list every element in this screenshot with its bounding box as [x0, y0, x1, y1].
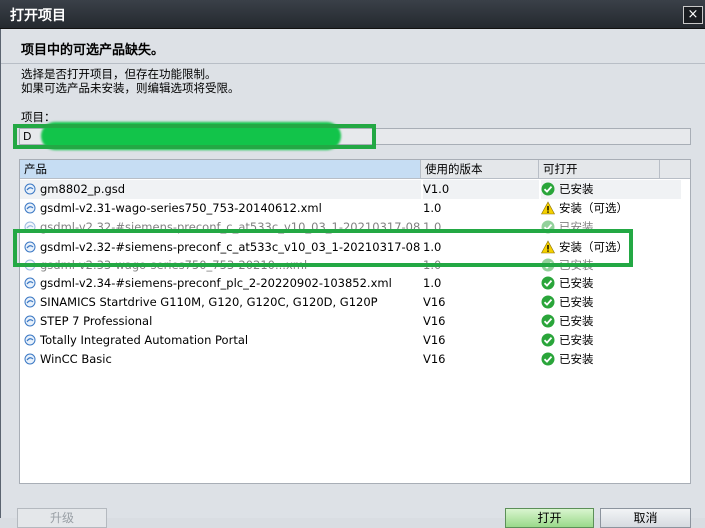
product-cell: gsdml-v2.33-wago-series750_753-20210...x…: [20, 256, 421, 275]
product-name: gsdml-v2.32-#siemens-preconf_c_at533c_v1…: [40, 220, 421, 234]
version-cell: 1.0: [423, 220, 442, 234]
table-header: 产品 使用的版本 可打开: [20, 160, 690, 179]
status-text: 已安装: [559, 333, 594, 347]
dialog-headline: 项目中的可选产品缺失。: [21, 43, 165, 58]
product-cell: SINAMICS Startdrive G110M, G120, G120C, …: [20, 293, 421, 312]
status-cell: 已安装: [541, 218, 681, 237]
product-cell: STEP 7 Professional: [20, 312, 421, 331]
status-text: 已安装: [559, 182, 594, 196]
table-row[interactable]: gsdml-v2.31-wago-series750_753-20140612.…: [20, 199, 690, 218]
status-cell: 已安装: [541, 293, 681, 312]
check-icon: [541, 220, 555, 234]
gsd-device-icon: [24, 202, 36, 214]
table-row[interactable]: gsdml-v2.32-#siemens-preconf_c_at533c_v1…: [20, 218, 690, 237]
version-cell: V16: [423, 314, 446, 328]
product-cell: gsdml-v2.31-wago-series750_753-20140612.…: [20, 199, 421, 218]
status-text: 安装（可选）: [559, 240, 628, 254]
product-name: STEP 7 Professional: [40, 314, 153, 328]
upgrade-button[interactable]: 升级: [17, 508, 107, 528]
status-text: 已安装: [559, 276, 594, 290]
cancel-button[interactable]: 取消: [600, 508, 691, 528]
version-cell: V1.0: [423, 180, 539, 199]
version-cell: 1.0: [423, 258, 442, 272]
gsd-device-icon: [24, 315, 36, 327]
check-icon: [541, 295, 555, 309]
check-icon: [541, 182, 555, 196]
product-cell: WinCC Basic: [20, 350, 421, 369]
check-icon: [541, 258, 555, 272]
project-path-text: D: [23, 130, 32, 143]
status-text: 已安装: [559, 295, 594, 309]
product-name: gsdml-v2.32-#siemens-preconf_c_at533c_v1…: [40, 240, 421, 254]
table-row[interactable]: WinCC Basic V16 已安装: [20, 350, 690, 369]
status-cell: 已安装: [541, 274, 681, 293]
version-cell: 1.0: [423, 276, 442, 290]
version-cell: V16: [423, 352, 446, 366]
gsd-device-icon: [24, 259, 36, 271]
check-icon: [541, 352, 555, 366]
product-cell: gsdml-v2.32-#siemens-preconf_c_at533c_v1…: [20, 238, 421, 257]
table-row[interactable]: gm8802_p.gsd V1.0 已安装: [20, 180, 690, 199]
close-button[interactable]: ×: [683, 6, 703, 24]
description-line-1: 选择是否打开项目，但存在功能限制。: [21, 67, 217, 81]
check-icon: [541, 276, 555, 290]
gsd-device-icon: [24, 241, 36, 253]
product-name: gsdml-v2.33-wago-series750_753-20210...x…: [40, 258, 308, 272]
column-header-version[interactable]: 使用的版本: [421, 160, 539, 178]
status-cell: 安装（可选）: [541, 238, 681, 257]
status-text: 已安装: [559, 258, 594, 272]
product-name: gm8802_p.gsd: [40, 182, 126, 196]
version-cell: 1.0: [423, 240, 442, 254]
product-table: 产品 使用的版本 可打开 gm8802_p.gsd V1.0 已安装 gsdml-v2…: [19, 159, 691, 484]
status-cell: 安装（可选）: [541, 199, 681, 218]
table-row[interactable]: SINAMICS Startdrive G110M, G120, G120C, …: [20, 293, 690, 312]
table-row[interactable]: gsdml-v2.32-#siemens-preconf_c_at533c_v1…: [20, 238, 690, 257]
table-row[interactable]: STEP 7 Professional V16 已安装: [20, 312, 690, 331]
status-text: 已安装: [559, 220, 594, 234]
version-cell: 1.0: [423, 201, 442, 215]
status-cell: 已安装: [541, 331, 681, 350]
status-text: 已安装: [559, 314, 594, 328]
product-cell: Totally Integrated Automation Portal: [20, 331, 421, 350]
warning-icon: [541, 201, 555, 215]
dialog-content: 项目中的可选产品缺失。 选择是否打开项目，但存在功能限制。 如果可选产品未安装，…: [0, 29, 705, 528]
status-text: 安装（可选）: [559, 201, 628, 215]
status-cell: 已安装: [541, 350, 681, 369]
column-header-product[interactable]: 产品: [20, 160, 421, 178]
gsd-device-icon: [24, 221, 36, 233]
gsd-device-icon: [24, 334, 36, 346]
table-row[interactable]: Totally Integrated Automation Portal V16 已…: [20, 331, 690, 350]
column-header-open[interactable]: 可打开: [539, 160, 660, 178]
warning-icon: [541, 240, 555, 254]
gsd-device-icon: [24, 296, 36, 308]
product-cell: gsdml-v2.32-#siemens-preconf_c_at533c_v1…: [20, 218, 421, 237]
table-row[interactable]: gsdml-v2.33-wago-series750_753-20210...x…: [20, 256, 690, 275]
version-cell: V16: [423, 295, 446, 309]
product-name: Totally Integrated Automation Portal: [40, 333, 249, 347]
gsd-device-icon: [24, 183, 36, 195]
product-name: WinCC Basic: [40, 352, 112, 366]
check-icon: [541, 333, 555, 347]
product-cell: gm8802_p.gsd: [20, 180, 421, 199]
window-title: 打开项目: [10, 8, 66, 24]
status-text: 已安装: [559, 352, 594, 366]
description: 选择是否打开项目，但存在功能限制。 如果可选产品未安装，则编辑选项将受限。: [21, 67, 240, 95]
description-line-2: 如果可选产品未安装，则编辑选项将受限。: [21, 81, 240, 95]
product-name: SINAMICS Startdrive G110M, G120, G120C, …: [40, 295, 378, 309]
redaction-scribble: [41, 122, 341, 150]
gsd-device-icon: [24, 277, 36, 289]
check-icon: [541, 314, 555, 328]
product-cell: gsdml-v2.34-#siemens-preconf_plc_2-20220…: [20, 274, 421, 293]
gsd-device-icon: [24, 353, 36, 365]
product-name: gsdml-v2.31-wago-series750_753-20140612.…: [40, 201, 322, 215]
table-row[interactable]: gsdml-v2.34-#siemens-preconf_plc_2-20220…: [20, 274, 690, 293]
open-button[interactable]: 打开: [505, 508, 594, 528]
status-cell: 已安装: [541, 256, 681, 275]
title-bar: 打开项目 ×: [0, 0, 705, 29]
product-name: gsdml-v2.34-#siemens-preconf_plc_2-20220…: [40, 276, 392, 290]
header-divider: [1, 63, 705, 64]
status-cell: 已安装: [541, 180, 681, 199]
version-cell: V16: [423, 333, 446, 347]
status-cell: 已安装: [541, 312, 681, 331]
